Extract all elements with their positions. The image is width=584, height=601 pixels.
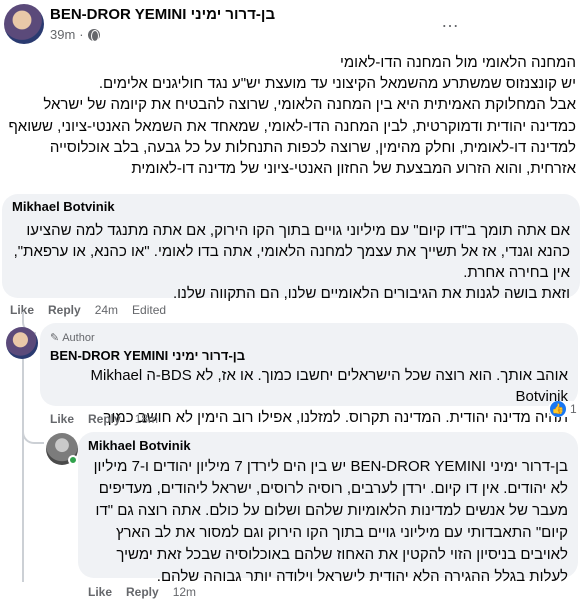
post-paragraph: המחנה הלאומי מול המחנה הדו-לאומי [339,54,576,71]
pen-icon: ✎ [50,332,60,344]
post-author-name[interactable]: BEN-DROR YEMINI בן-דרור ימיני [50,6,275,23]
reply-button[interactable]: Reply [126,585,159,599]
edited-label: Edited [132,303,167,317]
reply-button[interactable]: Reply [88,412,121,426]
reply-button[interactable]: Reply [48,303,81,317]
thread-line [22,352,24,582]
reply-author-avatar[interactable] [6,327,38,359]
comment-timestamp[interactable]: 24m [95,303,118,317]
reply-timestamp[interactable]: 18m [135,412,158,426]
post-paragraph: אבל המחלוקת האמיתית היא בין המחנה הלאומי… [8,96,576,178]
post-body: המחנה הלאומי מול המחנה הדו-לאומי יש קונצ… [8,52,576,179]
nested-reply-timestamp[interactable]: 12m [173,585,196,599]
comment-paragraph: אם אתה תומך ב"דו קיום" עם מיליוני גויים … [13,222,570,281]
post-paragraph: יש קונצנזוס שמשתרע מהשמאל הקיצוני עד מוע… [98,75,576,93]
author-badge-label: Author [62,331,95,344]
reply-actions: Like Reply 18m [50,412,158,426]
like-button[interactable]: Like [88,585,112,599]
more-options-icon[interactable]: … [441,11,460,32]
reaction-summary[interactable]: 👍 1 [548,401,579,417]
reply-bubble: ✎ Author BEN-DROR YEMINI בן-דרור ימיני א… [40,323,578,426]
nested-reply-bubble: Mikhael Botvinik בן-דרור ימיני BEN-DROR … [78,432,578,585]
nested-reply-author[interactable]: Mikhael Botvinik [88,438,568,453]
reply-paragraph: אוהב אותך. הוא רוצה שכל הישראלים יחשבו כ… [90,367,568,405]
comment-paragraph: וזאת בושה לגנות את הגיבורים הלאומיים שלנ… [172,285,570,302]
comment-actions: Like Reply 24m Edited [10,303,166,317]
post-meta: 39m · [50,27,100,42]
comment-bubble: Mikhael Botvinik אם אתה תומך ב"דו קיום" … [2,194,580,302]
thumbs-up-icon: 👍 [550,401,566,417]
dot-separator: · [79,27,84,42]
post-timestamp[interactable]: 39m [50,27,75,42]
online-status-icon [68,455,78,465]
reaction-count: 1 [570,402,577,416]
nested-reply-text: בן-דרור ימיני BEN-DROR YEMINI יש בין הים… [93,458,568,585]
like-button[interactable]: Like [50,412,74,426]
author-badge: ✎ Author [50,331,95,345]
globe-icon [87,28,100,42]
comment-text: אם אתה תומך ב"דו קיום" עם מיליוני גויים … [12,220,570,304]
author-avatar[interactable] [4,4,44,44]
comment-author[interactable]: Mikhael Botvinik [12,199,570,214]
post-header: BEN-DROR YEMINI בן-דרור ימיני 39m · … [0,0,584,48]
reply-author[interactable]: BEN-DROR YEMINI בן-דרור ימיני [50,348,245,363]
nested-reply-actions: Like Reply 12m [88,585,196,599]
thread-line [58,362,60,432]
thread-connector [22,420,44,444]
